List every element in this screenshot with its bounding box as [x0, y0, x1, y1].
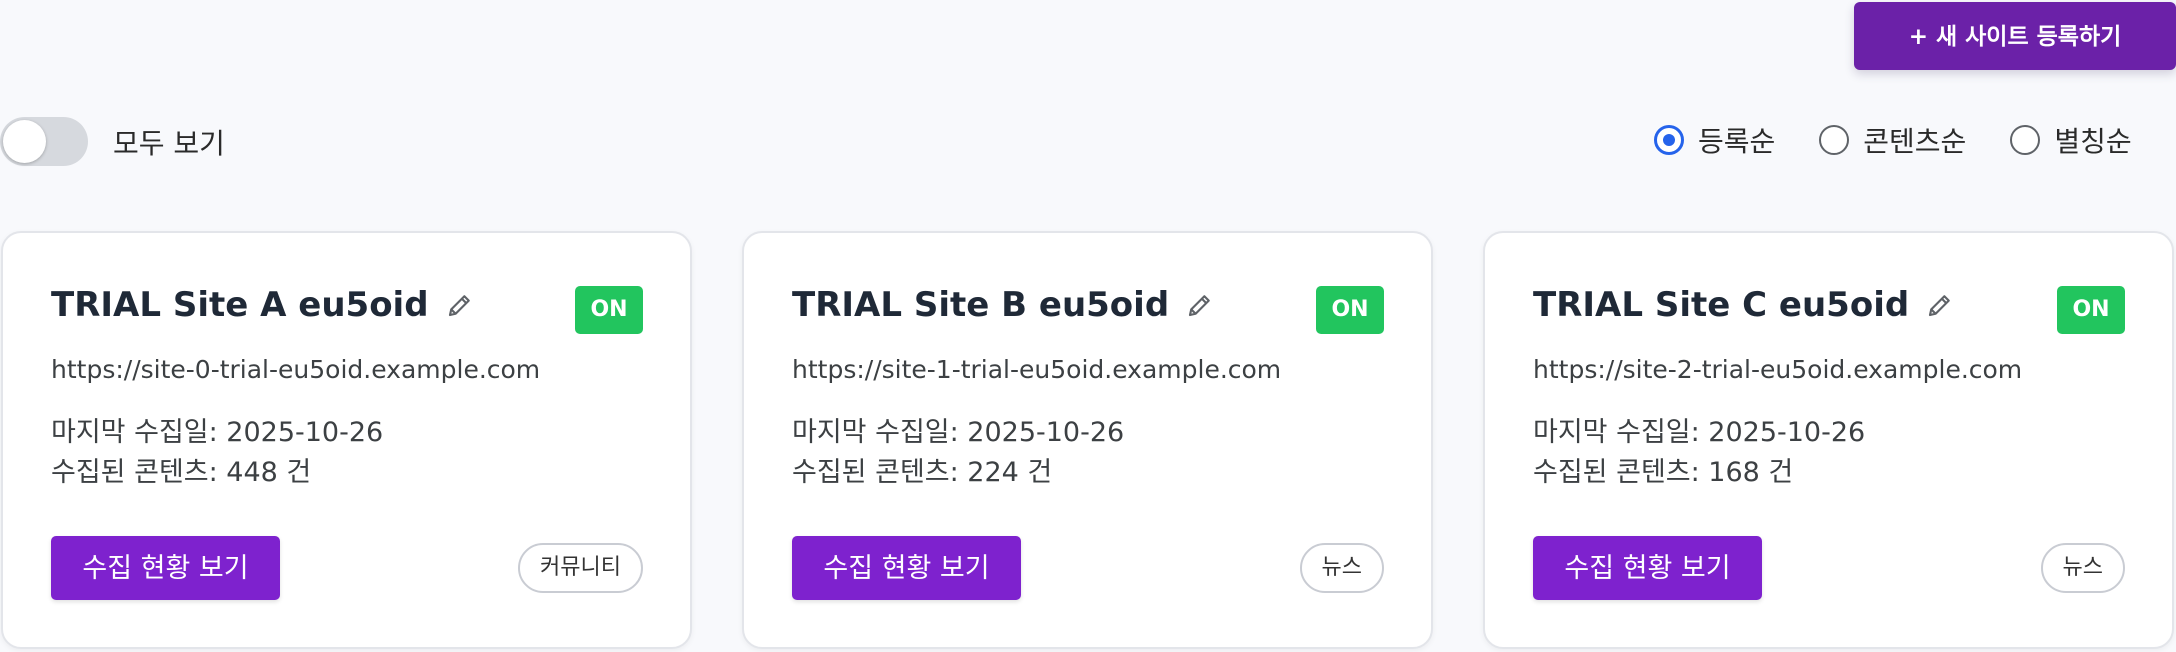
show-all-control: 모두 보기 — [0, 117, 225, 166]
pencil-icon[interactable] — [445, 290, 475, 320]
site-name: TRIAL Site C eu5oid — [1533, 285, 1910, 325]
category-chip[interactable]: 뉴스 — [2040, 543, 2125, 593]
sort-option-alias[interactable]: 별칭순 — [2010, 120, 2132, 160]
site-url: https://site-2-trial-eu5oid.example.com — [1533, 355, 2023, 384]
pencil-icon[interactable] — [1925, 290, 1955, 320]
status-badge: ON — [1316, 286, 1384, 334]
site-card: TRIAL Site B eu5oid ON https://site-1-tr… — [742, 231, 1433, 649]
site-title-row: TRIAL Site B eu5oid — [792, 285, 1215, 325]
show-all-toggle[interactable] — [0, 117, 88, 166]
radio-unselected-icon[interactable] — [1819, 125, 1850, 155]
site-title-row: TRIAL Site C eu5oid — [1533, 285, 1955, 325]
sort-option-label: 별칭순 — [2054, 125, 2132, 158]
site-card: TRIAL Site C eu5oid ON https://site-2-tr… — [1483, 231, 2174, 649]
site-card: TRIAL Site A eu5oid ON https://site-0-tr… — [1, 231, 692, 649]
toggle-knob — [3, 120, 46, 163]
sort-option-content[interactable]: 콘텐츠순 — [1819, 120, 1966, 160]
last-collected-date: 마지막 수집일: 2025-10-26 — [51, 417, 384, 448]
collected-content-count: 수집된 콘텐츠: 224 건 — [792, 457, 1053, 488]
category-chip[interactable]: 커뮤니티 — [518, 543, 643, 593]
site-title-row: TRIAL Site A eu5oid — [51, 285, 475, 325]
show-all-label: 모두 보기 — [113, 126, 225, 160]
last-collected-date: 마지막 수집일: 2025-10-26 — [1533, 417, 1866, 448]
sort-option-label: 등록순 — [1698, 125, 1776, 158]
register-site-button[interactable]: + 새 사이트 등록하기 — [1854, 2, 2176, 70]
site-url: https://site-1-trial-eu5oid.example.com — [792, 355, 1282, 384]
status-badge: ON — [2057, 286, 2125, 334]
category-chip[interactable]: 뉴스 — [1299, 543, 1384, 593]
status-badge: ON — [575, 286, 643, 334]
radio-unselected-icon[interactable] — [2010, 125, 2041, 155]
sort-options: 등록순 콘텐츠순 별칭순 — [1654, 120, 2132, 160]
last-collected-date: 마지막 수집일: 2025-10-26 — [792, 417, 1125, 448]
view-collection-status-button[interactable]: 수집 현황 보기 — [792, 536, 1021, 600]
site-name: TRIAL Site B eu5oid — [792, 285, 1170, 325]
pencil-icon[interactable] — [1185, 290, 1215, 320]
collected-content-count: 수집된 콘텐츠: 448 건 — [51, 457, 312, 488]
sort-option-label: 콘텐츠순 — [1863, 125, 1967, 158]
collected-content-count: 수집된 콘텐츠: 168 건 — [1533, 457, 1794, 488]
site-name: TRIAL Site A eu5oid — [51, 285, 429, 325]
view-collection-status-button[interactable]: 수집 현황 보기 — [51, 536, 280, 600]
sort-option-registered[interactable]: 등록순 — [1654, 120, 1775, 160]
radio-selected-icon[interactable] — [1654, 125, 1684, 155]
site-url: https://site-0-trial-eu5oid.example.com — [51, 355, 541, 384]
view-collection-status-button[interactable]: 수집 현황 보기 — [1533, 536, 1762, 600]
